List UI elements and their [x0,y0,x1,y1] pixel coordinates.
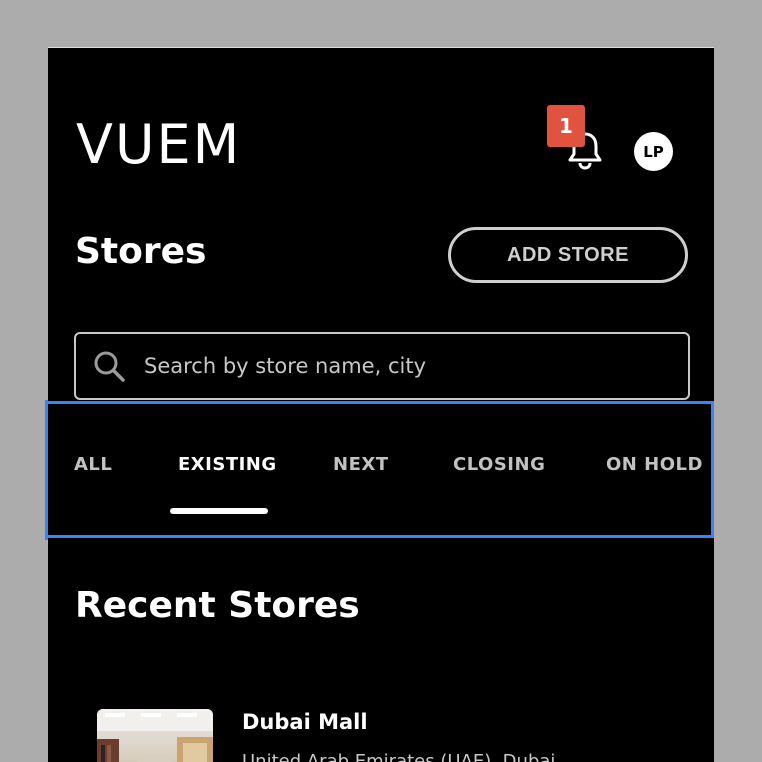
search-input[interactable]: Search by store name, city [74,332,690,400]
selection-outline-left [45,400,48,540]
tab-closing[interactable]: CLOSING [453,454,545,475]
store-thumbnail[interactable] [97,709,213,762]
avatar[interactable]: LP [634,132,673,171]
tab-on-hold[interactable]: ON HOLD [606,454,703,475]
search-icon [94,351,125,382]
tab-next[interactable]: NEXT [333,454,389,475]
store-location: United Arab Emirates (UAE), Dubai [242,751,556,762]
page-title: Stores [75,231,207,272]
tab-all[interactable]: ALL [74,454,112,475]
app-screen: VUEM 1 LP Stores ADD STORE Search by sto… [48,47,714,762]
search-placeholder: Search by store name, city [144,354,426,378]
app-logo: VUEM [76,113,242,176]
store-name[interactable]: Dubai Mall [242,710,368,734]
tab-existing[interactable]: EXISTING [178,454,277,475]
status-tabs: ALL EXISTING NEXT CLOSING ON HOLD [48,401,714,538]
notification-badge[interactable]: 1 [547,105,585,147]
recent-stores-heading: Recent Stores [75,585,360,626]
add-store-button[interactable]: ADD STORE [448,227,688,283]
active-tab-indicator [170,508,268,514]
